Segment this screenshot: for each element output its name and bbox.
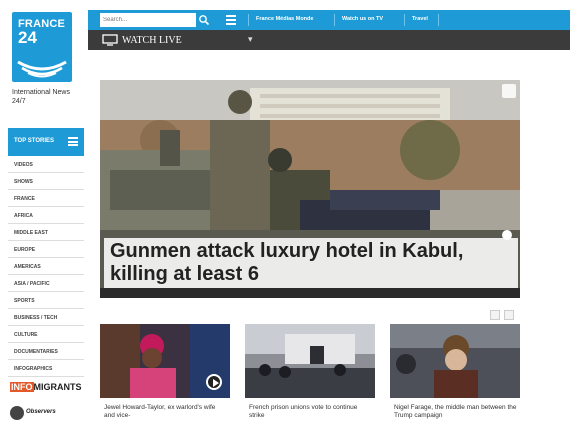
tagline: International News 24/7 [12, 89, 70, 105]
nav-item-sports[interactable]: SPORTS [8, 292, 84, 309]
hero-controls [490, 307, 518, 325]
top-stories-label: TOP STORIES [14, 138, 55, 144]
nav-item-europe[interactable]: EUROPE [8, 241, 84, 258]
nav-item-culture[interactable]: CULTURE [8, 326, 84, 343]
nav-item-infographics[interactable]: INFOGRAPHICS [8, 360, 84, 377]
nav-item-asia-pacific[interactable]: ASIA / PACIFIC [8, 275, 84, 292]
hamburger-icon[interactable] [68, 137, 78, 146]
section-nav: VIDEOS SHOWS FRANCE AFRICA MIDDLE EAST E… [8, 156, 84, 377]
grid-view-icon[interactable] [490, 310, 500, 320]
nav-item-france[interactable]: FRANCE [8, 190, 84, 207]
story-card[interactable]: Jewel Howard-Taylor, ex warlord's wife a… [100, 324, 230, 424]
card-photo [245, 324, 375, 398]
observers-eye-icon [10, 406, 24, 420]
story-card[interactable]: French prison unions vote to continue st… [245, 324, 375, 424]
top-stories-header[interactable]: TOP STORIES [8, 128, 84, 156]
list-view-icon[interactable] [504, 310, 514, 320]
top-bar: France Médias Monde Watch us on TV Trave… [88, 10, 570, 30]
top-divider [334, 14, 335, 26]
tv-icon [102, 34, 118, 46]
card-thumbnail [245, 324, 375, 398]
card-caption[interactable]: French prison unions vote to continue st… [249, 404, 373, 420]
nav-item-americas[interactable]: AMERICAS [8, 258, 84, 275]
nav-item-videos[interactable]: VIDEOS [8, 156, 84, 173]
hero-story[interactable]: Gunmen attack luxury hotel in Kabul, kil… [100, 80, 520, 298]
observers-label: Observers [26, 409, 56, 415]
search-input[interactable] [100, 13, 196, 27]
infomigrants-info: INFO [10, 382, 34, 392]
menu-icon[interactable] [226, 15, 236, 25]
chevron-down-icon[interactable]: ▾ [248, 34, 253, 45]
link-france-medias-monde[interactable]: France Médias Monde [256, 16, 313, 22]
card-caption[interactable]: Nigel Farage, the middle man between the… [394, 404, 518, 420]
top-divider [438, 14, 439, 26]
watch-live-bar[interactable]: WATCH LIVE ▾ [88, 30, 570, 50]
nav-item-documentaries[interactable]: DOCUMENTARIES [8, 343, 84, 360]
nav-item-africa[interactable]: AFRICA [8, 207, 84, 224]
infomigrants-logo[interactable]: INFOMIGRANTS [10, 382, 86, 394]
logo-line2: 24 [18, 28, 37, 47]
hero-footer-strip [100, 288, 520, 298]
watch-live-label: WATCH LIVE [122, 35, 182, 46]
nav-item-middle-east[interactable]: MIDDLE EAST [8, 224, 84, 241]
card-thumbnail [390, 324, 520, 398]
top-divider [404, 14, 405, 26]
card-photo [390, 324, 520, 398]
search-icon[interactable] [198, 13, 210, 27]
nav-item-business-tech[interactable]: BUSINESS / TECH [8, 309, 84, 326]
france24-logo[interactable]: FRANCE 24 [12, 12, 72, 82]
logo-wave-icon [17, 60, 67, 78]
card-caption[interactable]: Jewel Howard-Taylor, ex warlord's wife a… [104, 404, 228, 420]
infomigrants-migrants: MIGRANTS [33, 382, 82, 392]
left-sidebar: FRANCE 24 International News 24/7 TOP ST… [8, 10, 84, 424]
card-thumbnail [100, 324, 230, 398]
observers-logo[interactable]: Observers [10, 406, 86, 420]
link-watch-on-tv[interactable]: Watch us on TV [342, 16, 383, 22]
share-icon[interactable] [502, 84, 516, 98]
hero-headline[interactable]: Gunmen attack luxury hotel in Kabul, kil… [104, 238, 518, 290]
play-icon[interactable] [206, 374, 222, 390]
link-travel[interactable]: Travel [412, 16, 428, 22]
top-divider [248, 14, 249, 26]
nav-item-shows[interactable]: SHOWS [8, 173, 84, 190]
story-card[interactable]: Nigel Farage, the middle man between the… [390, 324, 520, 424]
